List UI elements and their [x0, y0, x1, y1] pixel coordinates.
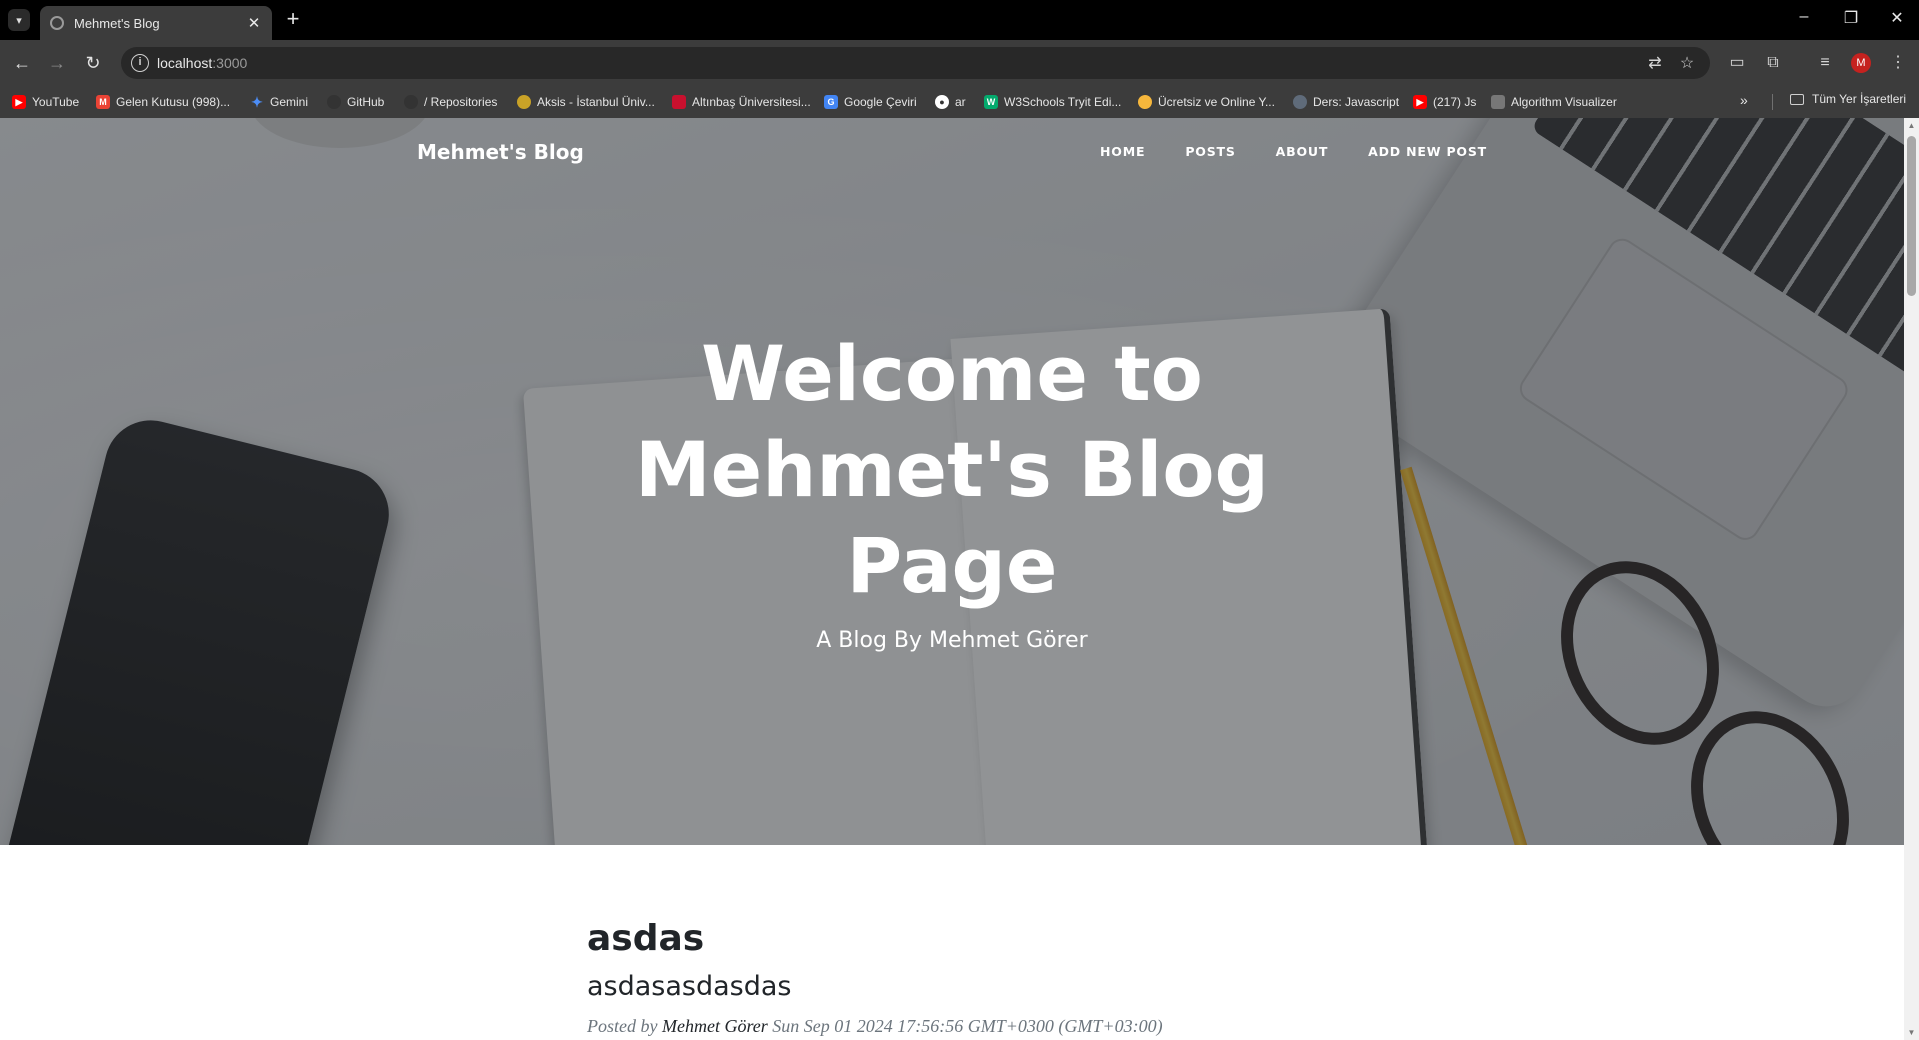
gemini-icon: ✦ [251, 93, 263, 110]
nav-about-link[interactable]: ABOUT [1276, 144, 1329, 159]
github-icon [404, 95, 418, 109]
bookmark-ar[interactable]: ● ar [935, 92, 966, 112]
bookmark-js-video[interactable]: ▶ (217) Js [1413, 92, 1476, 112]
post-meta: Posted by Mehmet Görer Sun Sep 01 2024 1… [587, 1016, 1387, 1037]
youtube-icon: ▶ [1413, 95, 1427, 109]
site-info-icon[interactable]: i [131, 54, 149, 72]
posted-by-label: Posted by [587, 1016, 658, 1036]
folder-icon [1790, 93, 1804, 105]
bookmark-algorithm-visualizer[interactable]: Algorithm Visualizer [1491, 92, 1617, 112]
post-preview[interactable]: asdas asdasasdasdas Posted by Mehmet Gör… [587, 918, 1387, 1037]
translate-icon[interactable]: ⇄ [1645, 53, 1665, 73]
site-favicon-icon [1293, 95, 1307, 109]
globe-icon: ● [935, 95, 949, 109]
all-bookmarks-folder[interactable]: Tüm Yer İşaretleri [1790, 92, 1906, 106]
nav-posts-link[interactable]: POSTS [1185, 144, 1235, 159]
more-bookmarks-chevron-icon[interactable]: » [1740, 92, 1748, 108]
close-tab-icon[interactable]: ✕ [246, 14, 262, 32]
reload-button[interactable]: ↻ [81, 51, 105, 75]
gmail-icon: M [96, 95, 110, 109]
hero-header: Mehmet's Blog HOME POSTS ABOUT ADD NEW P… [0, 118, 1904, 845]
menu-kebab-icon[interactable]: ⋮ [1886, 51, 1910, 75]
nav-home-link[interactable]: HOME [1100, 144, 1145, 159]
extensions-icon[interactable]: ⧉ [1761, 51, 1785, 75]
site-brand-link[interactable]: Mehmet's Blog [417, 140, 584, 164]
minimize-icon[interactable]: – [1792, 8, 1816, 26]
bookmarks-bar: ▶ YouTube M Gelen Kutusu (998)... ✦ Gemini … [0, 86, 1919, 118]
university-shield-icon [672, 95, 686, 109]
scroll-up-arrow-icon[interactable]: ▲ [1904, 118, 1919, 133]
youtube-icon: ▶ [12, 95, 26, 109]
bookmark-google-translate[interactable]: G Google Çeviri [824, 92, 917, 112]
bookmarks-divider [1772, 94, 1773, 110]
w3schools-icon: W [984, 95, 998, 109]
page-viewport: Mehmet's Blog HOME POSTS ABOUT ADD NEW P… [0, 118, 1919, 1040]
scroll-down-arrow-icon[interactable]: ▼ [1904, 1025, 1919, 1040]
close-window-icon[interactable]: ✕ [1885, 8, 1909, 28]
browser-toolbar: ← → ↻ i localhost:3000 ⇄ ☆ ▭ ⧉ ≡ M ⋮ [0, 40, 1919, 86]
tab-search-button[interactable]: ▾ [8, 9, 30, 31]
post-title[interactable]: asdas [587, 918, 1387, 959]
google-translate-icon: G [824, 95, 838, 109]
post-subtitle[interactable]: asdasasdasdas [587, 971, 1387, 1002]
cast-icon[interactable]: ▭ [1725, 51, 1749, 75]
bookmark-aksis[interactable]: Aksis - İstanbul Üniv... [517, 92, 655, 112]
tab-title: Mehmet's Blog [74, 15, 160, 31]
hero-heading-block: Welcome to Mehmet's Blog Page A Blog By … [0, 326, 1904, 653]
scrollbar-thumb[interactable] [1907, 136, 1916, 296]
post-author-link[interactable]: Mehmet Görer [662, 1016, 768, 1036]
bookmark-ders-javascript[interactable]: Ders: Javascript [1293, 92, 1399, 112]
forward-button[interactable]: → [45, 51, 69, 75]
active-tab[interactable]: Mehmet's Blog ✕ [40, 6, 272, 40]
site-favicon-icon [1138, 95, 1152, 109]
bookmark-github[interactable]: GitHub [327, 92, 384, 112]
hero-title: Welcome to Mehmet's Blog Page [635, 329, 1269, 610]
restore-icon[interactable]: ❐ [1839, 8, 1863, 28]
address-bar[interactable]: i localhost:3000 ⇄ ☆ [121, 47, 1710, 79]
bookmark-ucretsiz[interactable]: Ücretsiz ve Online Y... [1138, 92, 1275, 112]
site-favicon-icon [1491, 95, 1505, 109]
nav-add-new-post-link[interactable]: ADD NEW POST [1368, 144, 1487, 159]
tab-strip: ▾ Mehmet's Blog ✕ + – ❐ ✕ [0, 0, 1919, 40]
github-icon [327, 95, 341, 109]
bookmark-altinbas[interactable]: Altınbaş Üniversitesi... [672, 92, 811, 112]
profile-avatar[interactable]: M [1851, 53, 1871, 73]
media-controls-icon[interactable]: ≡ [1813, 51, 1837, 75]
bookmark-youtube[interactable]: ▶ YouTube [12, 92, 79, 112]
bookmark-gmail[interactable]: M Gelen Kutusu (998)... [96, 92, 230, 112]
hero-subtitle: A Blog By Mehmet Görer [816, 628, 1088, 653]
bookmark-w3schools[interactable]: W W3Schools Tryit Edi... [984, 92, 1121, 112]
bookmark-gemini[interactable]: ✦ Gemini [250, 92, 308, 112]
back-button[interactable]: ← [10, 51, 34, 75]
globe-icon [50, 16, 64, 30]
url-text: localhost:3000 [157, 55, 248, 71]
new-tab-button[interactable]: + [282, 8, 304, 30]
bookmark-repositories[interactable]: / Repositories [404, 92, 497, 112]
university-seal-icon [517, 95, 531, 109]
post-date: Sun Sep 01 2024 17:56:56 GMT+0300 (GMT+0… [772, 1016, 1163, 1036]
nav-links: HOME POSTS ABOUT ADD NEW POST [1100, 144, 1487, 159]
page-scrollbar[interactable]: ▲ ▼ [1904, 118, 1919, 1040]
site-navbar: Mehmet's Blog HOME POSTS ABOUT ADD NEW P… [0, 118, 1904, 184]
bookmark-star-icon[interactable]: ☆ [1677, 53, 1697, 73]
